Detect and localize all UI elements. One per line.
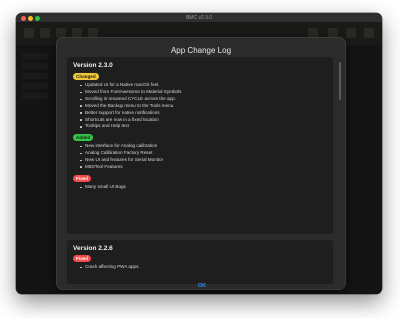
changed-badge: Changed: [73, 73, 99, 80]
version-card: Version 2.2.6 Fixed Crash affecting PWA …: [67, 240, 333, 284]
list-item: Shortcuts are now in a fixed location: [80, 117, 181, 124]
list-item: MIDITool Features: [80, 164, 163, 171]
changed-list: Updated UI for a Native macOS feel. Move…: [80, 82, 181, 130]
added-list: New interface for Analog calibration Ana…: [80, 143, 163, 171]
dialog-title: App Change Log: [170, 46, 232, 55]
list-item: Analog Calibration Factory Reset: [80, 150, 163, 157]
list-item: Crash affecting PWA apps.: [80, 264, 140, 271]
list-item: Better support for native notifications: [80, 110, 181, 117]
scrollbar-thumb[interactable]: [339, 62, 341, 100]
app-window: BMC v2.3.0 App Change Log Version 2.3.0 …: [16, 13, 382, 294]
ok-button[interactable]: OK: [187, 282, 217, 290]
change-log-scroll-area[interactable]: Version 2.3.0 Changed Updated UI for a N…: [65, 57, 337, 284]
fixed-list: Crash affecting PWA apps.: [80, 264, 140, 271]
version-card: Version 2.3.0 Changed Updated UI for a N…: [67, 57, 333, 234]
window-title: BMC v2.3.0: [185, 15, 213, 21]
added-badge: Added: [73, 134, 94, 141]
list-item: Scrolling is renamed CYCLE across the ap…: [80, 96, 181, 103]
list-item: Moved the Backup menu to the Tools menu.: [80, 103, 181, 110]
fixed-badge: Fixed: [73, 255, 91, 262]
list-item: New interface for Analog calibration: [80, 143, 163, 150]
fixed-badge: Fixed: [73, 175, 91, 182]
list-item: Updated UI for a Native macOS feel.: [80, 82, 181, 89]
change-log-dialog: App Change Log Version 2.3.0 Changed Upd…: [56, 37, 346, 290]
title-bar: BMC v2.3.0: [16, 13, 382, 23]
list-item: New UI and features for Serial Monitor: [80, 157, 163, 164]
version-heading: Version 2.2.6: [73, 245, 113, 252]
list-item: Many small UI Bugs: [80, 184, 126, 191]
list-item: Moved from FontAwesome to Material Symbo…: [80, 89, 181, 96]
list-item: Tooltips and Help text: [80, 123, 181, 130]
fixed-list: Many small UI Bugs: [80, 184, 126, 191]
version-heading: Version 2.3.0: [73, 62, 113, 69]
